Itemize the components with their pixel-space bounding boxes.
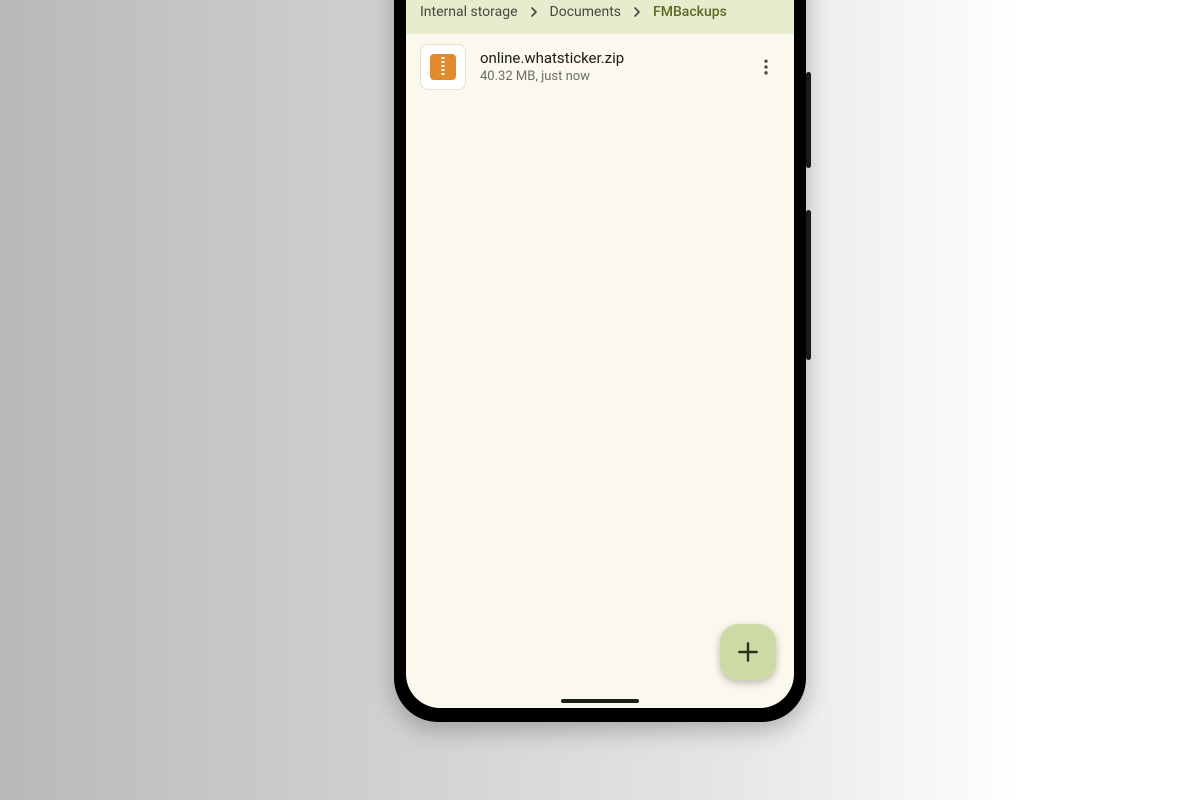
file-meta: 40.32 MB, just now [480,69,730,85]
phone-frame: Internal storage Internal storage [394,0,806,722]
add-fab[interactable] [720,624,776,680]
file-text: online.whatsticker.zip 40.32 MB, just no… [480,49,730,86]
plus-icon [735,639,761,665]
chevron-right-icon [629,4,645,20]
chevron-right-icon [526,4,542,20]
file-list: online.whatsticker.zip 40.32 MB, just no… [406,34,794,708]
file-more-button[interactable] [744,45,788,89]
more-vert-icon [756,57,776,77]
breadcrumb: Internal storage Documents FMBackups [406,0,794,34]
file-name: online.whatsticker.zip [480,49,730,68]
zip-file-icon [430,54,456,80]
breadcrumb-item-current: FMBackups [653,4,727,20]
breadcrumb-item[interactable]: Internal storage [420,4,518,20]
breadcrumb-item[interactable]: Documents [550,4,621,20]
file-thumbnail [420,44,466,90]
gesture-handle[interactable] [561,699,639,703]
phone-screen: Internal storage Internal storage [406,0,794,708]
file-row[interactable]: online.whatsticker.zip 40.32 MB, just no… [406,34,794,100]
app-bar: Internal storage Internal storage [406,0,794,34]
